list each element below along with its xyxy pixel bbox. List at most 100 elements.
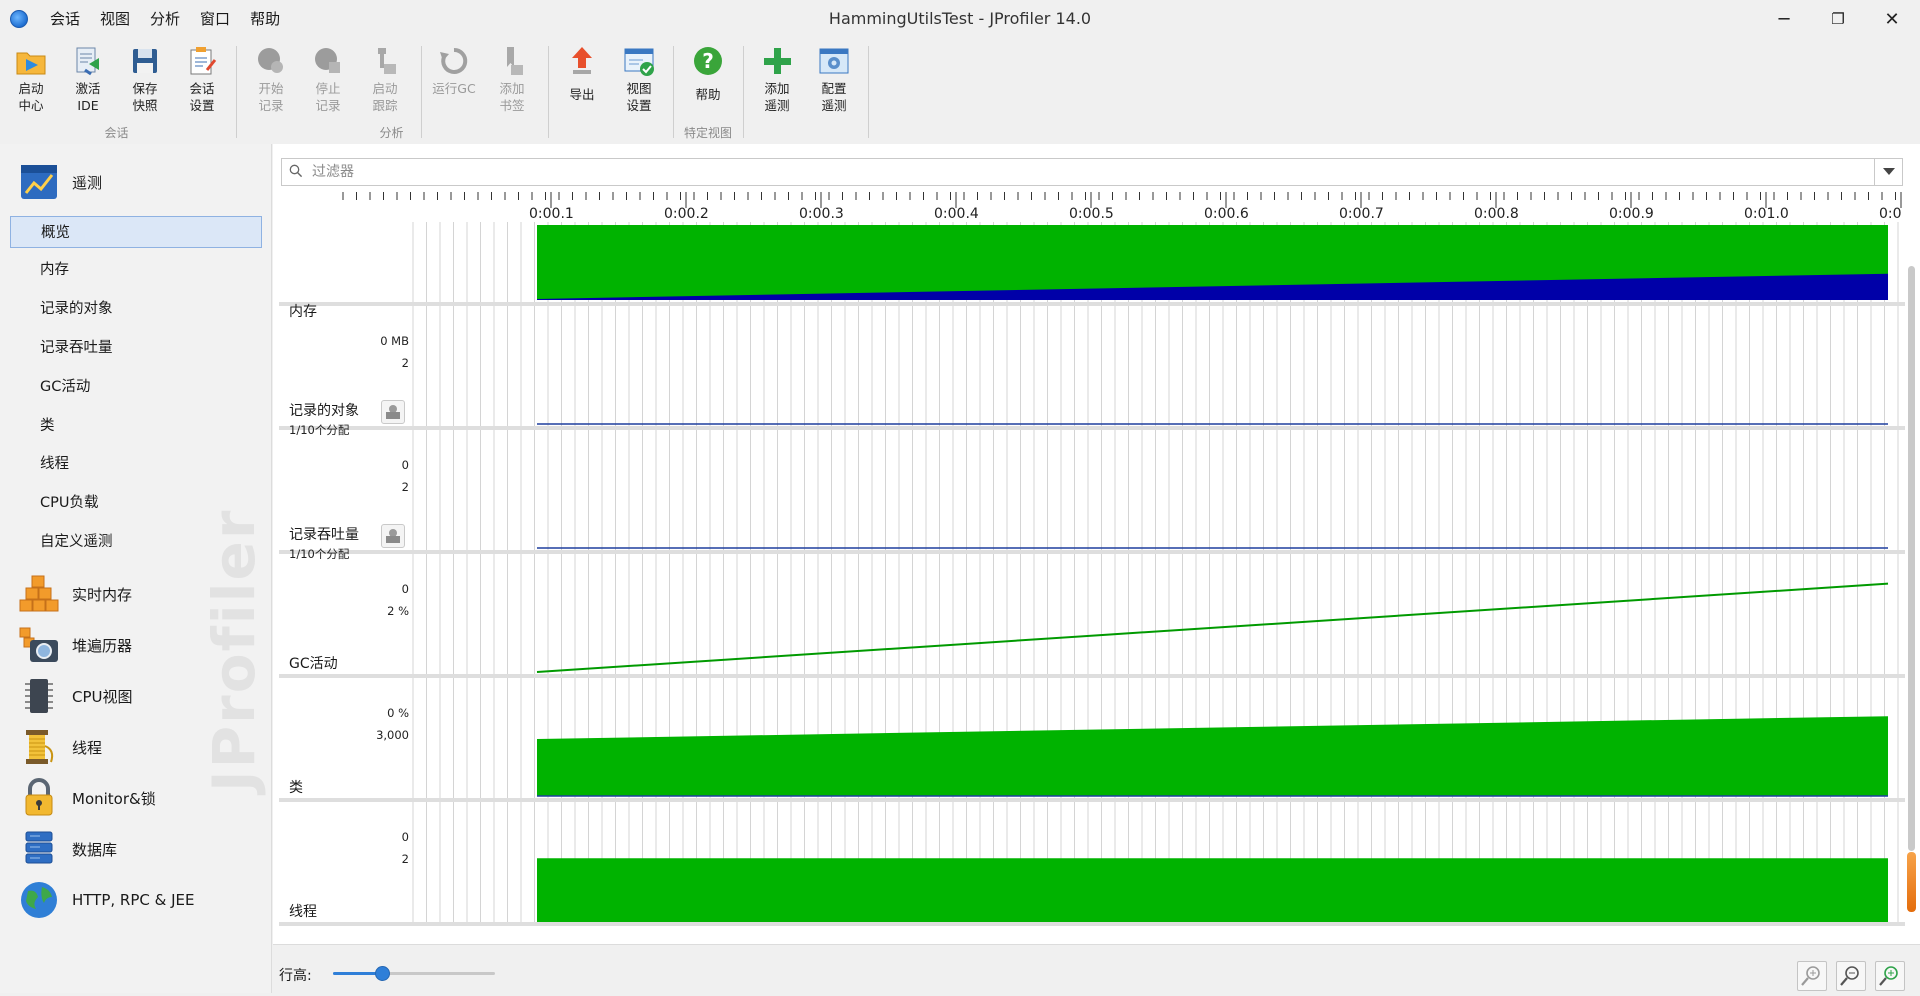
session-settings-button[interactable]: 会话 设置 <box>174 44 230 114</box>
jprofiler-app-icon[interactable] <box>10 10 28 28</box>
row-separator <box>279 674 1905 678</box>
configure-telemetry-button[interactable]: 配置 遥测 <box>806 44 862 114</box>
row-height-slider-thumb[interactable] <box>374 966 390 981</box>
help-button[interactable]: ? 帮助 <box>680 44 736 103</box>
row-height-slider[interactable] <box>333 966 495 981</box>
activate-ide-button[interactable]: 激活 IDE <box>60 44 116 114</box>
time-tick-label: 0:00.7 <box>1339 206 1384 222</box>
sidebar-item-classes[interactable]: 类 <box>10 410 262 442</box>
sidebar-section-databases[interactable]: 数据库 <box>18 824 117 874</box>
time-tick-label: 0:0 <box>1879 206 1902 222</box>
menu-help[interactable]: 帮助 <box>240 0 290 38</box>
session-settings-label-2: 设置 <box>189 98 215 113</box>
start-recording-label-1: 开始 <box>258 81 284 96</box>
row-separator <box>279 798 1905 802</box>
sidebar-item-memory[interactable]: 内存 <box>10 254 262 286</box>
cpu-chip-icon <box>18 675 60 717</box>
activate-ide-label-1: 激活 <box>75 81 101 96</box>
toolbar-group-session: 会话 <box>104 126 129 140</box>
vertical-scrollbar[interactable] <box>1905 256 1917 996</box>
session-settings-label-1: 会话 <box>189 81 215 96</box>
record-start-icon <box>254 44 288 78</box>
zoom-in-icon <box>1801 966 1820 986</box>
start-recording-button[interactable]: 开始 记录 <box>243 44 299 114</box>
telemetry-icon <box>18 161 60 203</box>
bookmark-icon <box>495 44 529 78</box>
minimize-button[interactable]: ─ <box>1756 0 1812 38</box>
time-tick-label: 0:00.1 <box>529 206 574 222</box>
stop-recording-button[interactable]: 停止 记录 <box>300 44 356 114</box>
start-tracking-button[interactable]: 启动 跟踪 <box>357 44 413 114</box>
filter-input[interactable] <box>312 159 1852 185</box>
scrollbar-thumb[interactable] <box>1908 266 1915 851</box>
export-arrow-icon <box>565 44 599 78</box>
start-recording-label-2: 记录 <box>258 98 284 113</box>
filter-dropdown-button[interactable] <box>1874 159 1902 185</box>
telemetry-overview: 0:00.1 0:00.2 0:00.3 0:00.4 0:00.5 0:00.6 0:00… <box>273 192 1920 987</box>
row-separator <box>279 922 1905 926</box>
sidebar-item-custom-telemetry[interactable]: 自定义遥测 <box>10 526 262 558</box>
axis-min-gc-activity: 0 % <box>387 706 409 720</box>
add-bookmark-button[interactable]: 添加 书签 <box>484 44 540 114</box>
axis-min-memory: 0 MB <box>380 334 409 348</box>
sidebar-section-threads[interactable]: 线程 <box>18 722 102 772</box>
sidebar-section-cpu-views[interactable]: CPU视图 <box>18 671 133 721</box>
sidebar-item-recorded-objects[interactable]: 记录的对象 <box>10 293 262 325</box>
export-label: 导出 <box>569 87 595 102</box>
zoom-in-button[interactable] <box>1797 961 1827 991</box>
start-center-label-1: 启动 <box>18 81 44 96</box>
sidebar-section-label: HTTP, RPC & JEE <box>72 891 195 909</box>
clipboard-edit-icon <box>185 44 219 78</box>
sidebar-section-http-rpc-jee[interactable]: HTTP, RPC & JEE <box>18 875 194 925</box>
zoom-reset-button[interactable] <box>1875 961 1905 991</box>
scrollbar-position-marker <box>1907 852 1916 912</box>
row-options-button[interactable] <box>381 524 405 548</box>
menu-view[interactable]: 视图 <box>90 0 140 38</box>
sidebar-item-gc-activity[interactable]: GC活动 <box>10 371 262 403</box>
add-bookmark-label-2: 书签 <box>499 98 525 113</box>
row-sub-recorded-objects: 1/10个分配 <box>289 423 350 437</box>
restore-button[interactable]: ❐ <box>1810 0 1866 38</box>
view-settings-button[interactable]: 视图 设置 <box>611 44 667 114</box>
search-icon <box>289 164 303 178</box>
menu-window[interactable]: 窗口 <box>190 0 240 38</box>
sidebar-section-telemetry[interactable]: 遥测 <box>18 157 102 207</box>
sidebar: JProfiler 遥测 概览 内存 记录的对象 记录吞吐量 GC活动 类 线程… <box>0 144 272 993</box>
plus-icon <box>760 44 794 78</box>
bottom-bar: 行高: <box>273 944 1920 993</box>
floppy-disk-icon <box>128 44 162 78</box>
save-snapshot-label-2: 快照 <box>132 98 158 113</box>
sidebar-section-label: Monitor&锁 <box>72 789 156 808</box>
close-button[interactable]: ✕ <box>1864 0 1920 38</box>
export-button[interactable]: 导出 <box>554 44 610 103</box>
toolbar-group-view-specific: 特定视图 <box>683 126 732 140</box>
sidebar-item-cpu-load[interactable]: CPU负载 <box>10 487 262 519</box>
menu-analyze[interactable]: 分析 <box>140 0 190 38</box>
sidebar-section-monitors-locks[interactable]: Monitor&锁 <box>18 773 156 823</box>
sidebar-item-overview[interactable]: 概览 <box>10 216 262 248</box>
folder-play-icon <box>14 44 48 78</box>
run-gc-button[interactable]: 运行GC <box>426 44 482 97</box>
sidebar-item-recorded-throughput[interactable]: 记录吞吐量 <box>10 332 262 364</box>
time-tick-label: 0:01.0 <box>1744 206 1789 222</box>
save-snapshot-label-1: 保存 <box>132 81 158 96</box>
time-tick-label: 0:00.6 <box>1204 206 1249 222</box>
save-snapshot-button[interactable]: 保存 快照 <box>117 44 173 114</box>
row-options-button[interactable] <box>381 400 405 424</box>
tracking-icon <box>368 44 402 78</box>
sidebar-section-label: 线程 <box>72 738 103 757</box>
sidebar-section-label: 数据库 <box>72 840 118 859</box>
start-center-button[interactable]: 启动 中心 <box>3 44 59 114</box>
sidebar-item-threads[interactable]: 线程 <box>10 448 262 480</box>
sidebar-section-heap-walker[interactable]: 堆遍历器 <box>18 620 132 670</box>
row-label-threads: 线程 <box>289 904 317 920</box>
zoom-out-button[interactable] <box>1836 961 1866 991</box>
menu-session[interactable]: 会话 <box>40 0 90 38</box>
timeline-chart[interactable]: 0:00.1 0:00.2 0:00.3 0:00.4 0:00.5 0:00.6 0:00… <box>273 192 1920 944</box>
add-telemetry-button[interactable]: 添加 遥测 <box>749 44 805 114</box>
record-stop-icon <box>311 44 345 78</box>
sidebar-section-live-memory[interactable]: 实时内存 <box>18 569 132 619</box>
time-tick-label: 0:00.2 <box>664 206 709 222</box>
start-tracking-label-2: 跟踪 <box>372 98 398 113</box>
add-telemetry-label-1: 添加 <box>764 81 790 96</box>
